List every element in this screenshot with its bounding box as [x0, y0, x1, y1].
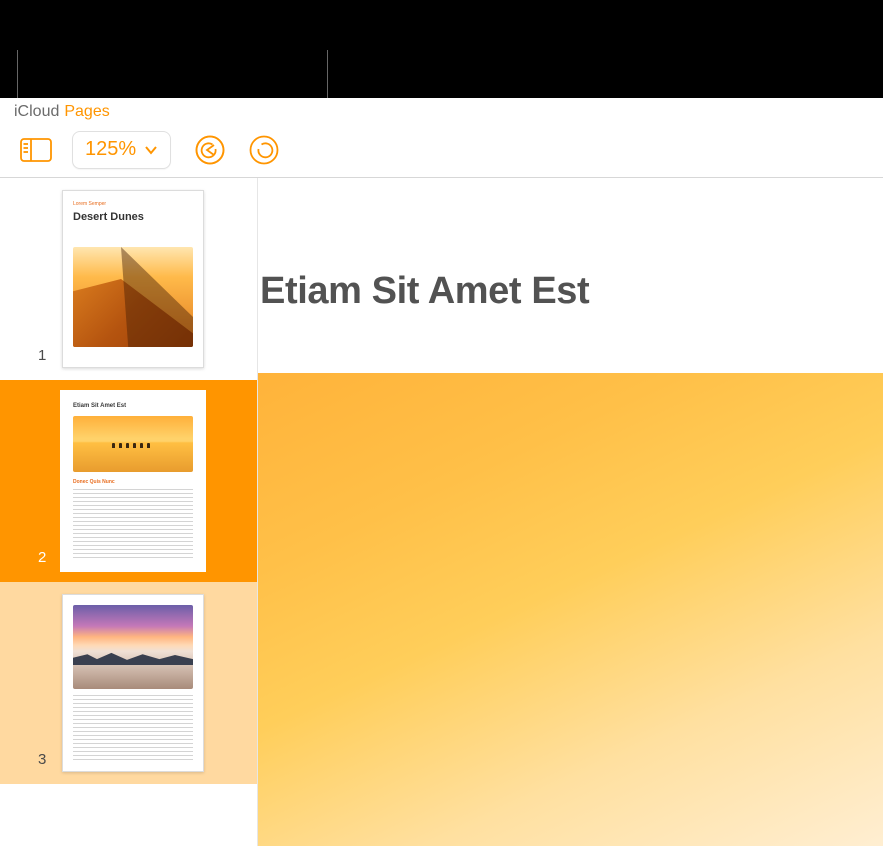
app-window: iCloud Pages 125% [0, 98, 883, 846]
page-thumbnail[interactable]: 3 [0, 582, 257, 784]
toolbar: 125% [0, 122, 883, 178]
thumbnail-preview [62, 594, 204, 772]
undo-redo-group [193, 133, 281, 167]
thumbnail-subheading: Donec Quis Nunc [73, 479, 115, 485]
thumbnail-title: Etiam Sit Amet Est [73, 403, 126, 409]
thumbnail-preview: Etiam Sit Amet Est Donec Quis Nunc [62, 392, 204, 570]
thumbnail-subheading: Lorem Semper [73, 201, 106, 207]
document-title[interactable]: Etiam Sit Amet Est [258, 270, 883, 313]
title-bar: iCloud Pages [0, 98, 883, 122]
undo-button[interactable] [193, 133, 227, 167]
title-icloud-label: iCloud [14, 103, 59, 121]
page-thumbnail[interactable]: 2 Etiam Sit Amet Est Donec Quis Nunc [0, 380, 257, 582]
zoom-dropdown[interactable]: 125% [72, 131, 171, 169]
document-image[interactable] [258, 373, 883, 846]
page-number-label: 2 [38, 549, 46, 566]
view-options-button[interactable] [14, 131, 58, 169]
undo-icon [195, 135, 225, 165]
thumbnail-image [73, 416, 193, 472]
redo-button[interactable] [247, 133, 281, 167]
thumbnail-image [73, 605, 193, 689]
page-number-label: 1 [38, 347, 46, 364]
thumbnail-title: Desert Dunes [73, 211, 144, 223]
zoom-value-label: 125% [85, 138, 136, 161]
page-thumbnail[interactable]: 1 Lorem Semper Desert Dunes [0, 178, 257, 380]
document-canvas[interactable]: Etiam Sit Amet Est [258, 178, 883, 846]
redo-icon [249, 135, 279, 165]
title-app-label: Pages [64, 103, 109, 121]
page-number-label: 3 [38, 751, 46, 768]
body-area: 1 Lorem Semper Desert Dunes 2 Etiam Sit … [0, 178, 883, 846]
chevron-down-icon [144, 145, 158, 155]
sidebar-thumbnails-icon [20, 138, 52, 162]
thumbnail-preview: Lorem Semper Desert Dunes [62, 190, 204, 368]
page-thumbnails-sidebar[interactable]: 1 Lorem Semper Desert Dunes 2 Etiam Sit … [0, 178, 258, 846]
thumbnail-image [73, 247, 193, 347]
thumbnail-body-text [73, 489, 193, 561]
thumbnail-body-text [73, 695, 193, 763]
